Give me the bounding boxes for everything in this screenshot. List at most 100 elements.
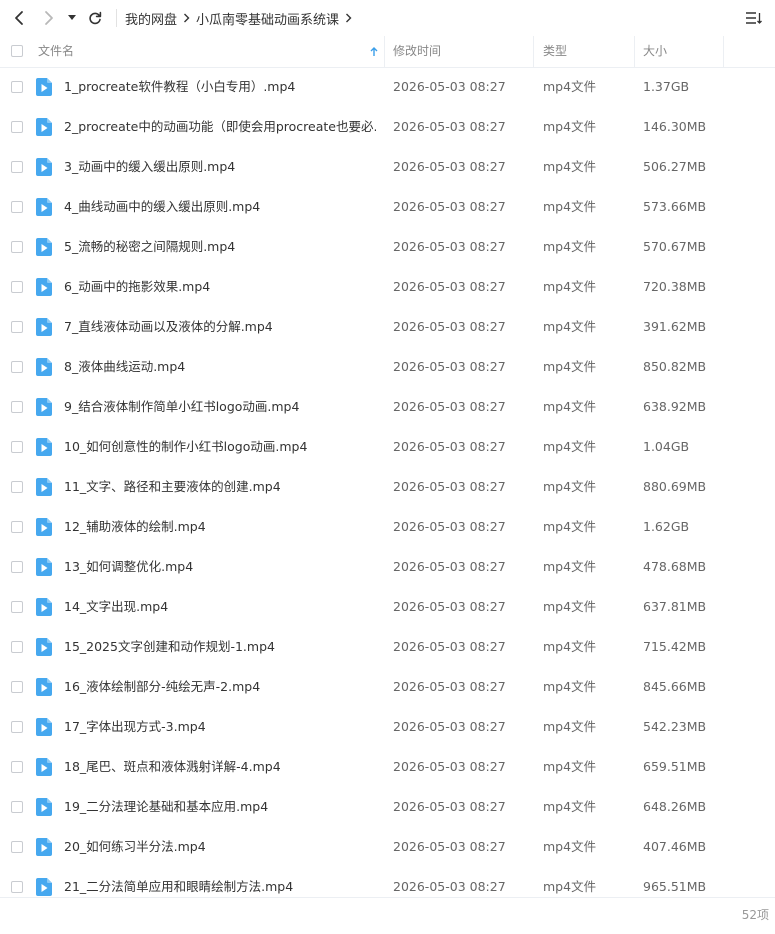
file-name[interactable]: 13_如何调整优化.mp4 bbox=[64, 547, 376, 587]
file-type: mp4文件 bbox=[543, 399, 597, 414]
file-row[interactable]: 20_如何练习半分法.mp4 2026-05-03 08:27 mp4文件 407.4… bbox=[0, 827, 775, 867]
row-checkbox[interactable] bbox=[11, 481, 23, 493]
file-row[interactable]: 3_动画中的缓入缓出原则.mp4 2026-05-03 08:27 mp4文件 506… bbox=[0, 147, 775, 187]
column-type-header[interactable]: 类型 bbox=[543, 36, 635, 67]
file-modified-time: 2026-05-03 08:27 bbox=[393, 79, 506, 94]
chevron-right-icon[interactable] bbox=[345, 13, 352, 23]
breadcrumb-item-root[interactable]: 我的网盘 bbox=[125, 9, 177, 28]
file-name[interactable]: 1_procreate软件教程（小白专用）.mp4 bbox=[64, 67, 376, 107]
file-row[interactable]: 8_液体曲线运动.mp4 2026-05-03 08:27 mp4文件 850.82M… bbox=[0, 347, 775, 387]
file-row[interactable]: 6_动画中的拖影效果.mp4 2026-05-03 08:27 mp4文件 720.3… bbox=[0, 267, 775, 307]
file-name[interactable]: 11_文字、路径和主要液体的创建.mp4 bbox=[64, 467, 376, 507]
select-all-checkbox[interactable] bbox=[11, 45, 23, 57]
file-name[interactable]: 8_液体曲线运动.mp4 bbox=[64, 347, 376, 387]
row-checkbox[interactable] bbox=[11, 441, 23, 453]
row-checkbox[interactable] bbox=[11, 841, 23, 853]
row-checkbox[interactable] bbox=[11, 881, 23, 893]
video-file-icon bbox=[36, 358, 52, 376]
file-size: 146.30MB bbox=[643, 119, 707, 134]
video-file-icon bbox=[36, 558, 52, 576]
file-row[interactable]: 11_文字、路径和主要液体的创建.mp4 2026-05-03 08:27 mp4文… bbox=[0, 467, 775, 507]
file-row[interactable]: 2_procreate中的动画功能（即使会用procreate也要必... 202… bbox=[0, 107, 775, 147]
file-name[interactable]: 12_辅助液体的绘制.mp4 bbox=[64, 507, 376, 547]
file-type: mp4文件 bbox=[543, 239, 597, 254]
file-name[interactable]: 18_尾巴、斑点和液体溅射详解-4.mp4 bbox=[64, 747, 376, 787]
chevron-right-icon bbox=[45, 11, 53, 25]
file-size: 648.26MB bbox=[643, 799, 707, 814]
refresh-icon bbox=[89, 11, 102, 25]
file-row[interactable]: 15_2025文字创建和动作规划-1.mp4 2026-05-03 08:27 mp… bbox=[0, 627, 775, 667]
file-name[interactable]: 15_2025文字创建和动作规划-1.mp4 bbox=[64, 627, 376, 667]
file-row[interactable]: 14_文字出现.mp4 2026-05-03 08:27 mp4文件 637.81MB bbox=[0, 587, 775, 627]
file-type: mp4文件 bbox=[543, 639, 597, 654]
file-name[interactable]: 10_如何创意性的制作小红书logo动画.mp4 bbox=[64, 427, 376, 467]
file-name[interactable]: 20_如何练习半分法.mp4 bbox=[64, 827, 376, 867]
back-button[interactable] bbox=[8, 6, 30, 30]
row-checkbox[interactable] bbox=[11, 321, 23, 333]
video-file-icon bbox=[36, 238, 52, 256]
row-checkbox[interactable] bbox=[11, 681, 23, 693]
row-checkbox[interactable] bbox=[11, 201, 23, 213]
file-name[interactable]: 14_文字出现.mp4 bbox=[64, 587, 376, 627]
row-checkbox[interactable] bbox=[11, 281, 23, 293]
breadcrumb-item-current[interactable]: 小瓜南零基础动画系统课 bbox=[196, 9, 339, 28]
file-row[interactable]: 10_如何创意性的制作小红书logo动画.mp4 2026-05-03 08:27… bbox=[0, 427, 775, 467]
row-checkbox[interactable] bbox=[11, 521, 23, 533]
row-checkbox[interactable] bbox=[11, 361, 23, 373]
file-row[interactable]: 17_字体出现方式-3.mp4 2026-05-03 08:27 mp4文件 542.… bbox=[0, 707, 775, 747]
file-name[interactable]: 9_结合液体制作简单小红书logo动画.mp4 bbox=[64, 387, 376, 427]
file-row[interactable]: 5_流畅的秘密之间隔规则.mp4 2026-05-03 08:27 mp4文件 570… bbox=[0, 227, 775, 267]
file-name[interactable]: 19_二分法理论基础和基本应用.mp4 bbox=[64, 787, 376, 827]
row-checkbox[interactable] bbox=[11, 761, 23, 773]
row-checkbox[interactable] bbox=[11, 81, 23, 93]
file-row[interactable]: 13_如何调整优化.mp4 2026-05-03 08:27 mp4文件 478.68… bbox=[0, 547, 775, 587]
column-name-header[interactable]: 文件名 bbox=[38, 36, 385, 67]
caret-down-icon bbox=[68, 15, 76, 20]
file-row[interactable]: 4_曲线动画中的缓入缓出原则.mp4 2026-05-03 08:27 mp4文件 5… bbox=[0, 187, 775, 227]
row-checkbox[interactable] bbox=[11, 641, 23, 653]
row-checkbox[interactable] bbox=[11, 601, 23, 613]
file-row[interactable]: 16_液体绘制部分-纯绘无声-2.mp4 2026-05-03 08:27 mp4文… bbox=[0, 667, 775, 707]
item-count: 52项 bbox=[741, 908, 769, 922]
file-type: mp4文件 bbox=[543, 519, 597, 534]
column-modified-header[interactable]: 修改时间 bbox=[393, 36, 534, 67]
forward-button[interactable] bbox=[38, 6, 60, 30]
file-row[interactable]: 18_尾巴、斑点和液体溅射详解-4.mp4 2026-05-03 08:27 mp4… bbox=[0, 747, 775, 787]
file-modified-time: 2026-05-03 08:27 bbox=[393, 639, 506, 654]
video-file-icon bbox=[36, 678, 52, 696]
file-name[interactable]: 17_字体出现方式-3.mp4 bbox=[64, 707, 376, 747]
file-modified-time: 2026-05-03 08:27 bbox=[393, 719, 506, 734]
file-modified-time: 2026-05-03 08:27 bbox=[393, 319, 506, 334]
file-row[interactable]: 9_结合液体制作简单小红书logo动画.mp4 2026-05-03 08:27 m… bbox=[0, 387, 775, 427]
video-file-icon bbox=[36, 318, 52, 336]
video-file-icon bbox=[36, 118, 52, 136]
view-mode-button[interactable] bbox=[743, 8, 765, 28]
file-name[interactable]: 3_动画中的缓入缓出原则.mp4 bbox=[64, 147, 376, 187]
file-type: mp4文件 bbox=[543, 199, 597, 214]
file-modified-time: 2026-05-03 08:27 bbox=[393, 159, 506, 174]
file-name[interactable]: 7_直线液体动画以及液体的分解.mp4 bbox=[64, 307, 376, 347]
file-row[interactable]: 19_二分法理论基础和基本应用.mp4 2026-05-03 08:27 mp4文件… bbox=[0, 787, 775, 827]
column-size-header[interactable]: 大小 bbox=[643, 36, 724, 67]
row-checkbox[interactable] bbox=[11, 721, 23, 733]
file-name[interactable]: 5_流畅的秘密之间隔规则.mp4 bbox=[64, 227, 376, 267]
row-checkbox[interactable] bbox=[11, 401, 23, 413]
row-checkbox[interactable] bbox=[11, 801, 23, 813]
file-row[interactable]: 7_直线液体动画以及液体的分解.mp4 2026-05-03 08:27 mp4文件… bbox=[0, 307, 775, 347]
refresh-button[interactable] bbox=[84, 6, 106, 30]
history-dropdown-button[interactable] bbox=[63, 6, 81, 30]
file-name[interactable]: 2_procreate中的动画功能（即使会用procreate也要必... bbox=[64, 107, 376, 147]
file-row[interactable]: 1_procreate软件教程（小白专用）.mp4 2026-05-03 08:2… bbox=[0, 67, 775, 107]
video-file-icon bbox=[36, 278, 52, 296]
file-name[interactable]: 4_曲线动画中的缓入缓出原则.mp4 bbox=[64, 187, 376, 227]
file-name[interactable]: 16_液体绘制部分-纯绘无声-2.mp4 bbox=[64, 667, 376, 707]
file-type: mp4文件 bbox=[543, 79, 597, 94]
row-checkbox[interactable] bbox=[11, 121, 23, 133]
row-checkbox[interactable] bbox=[11, 161, 23, 173]
file-modified-time: 2026-05-03 08:27 bbox=[393, 119, 506, 134]
row-checkbox[interactable] bbox=[11, 561, 23, 573]
file-name[interactable]: 6_动画中的拖影效果.mp4 bbox=[64, 267, 376, 307]
file-row[interactable]: 12_辅助液体的绘制.mp4 2026-05-03 08:27 mp4文件 1.62G… bbox=[0, 507, 775, 547]
chevron-left-icon bbox=[15, 11, 23, 25]
row-checkbox[interactable] bbox=[11, 241, 23, 253]
